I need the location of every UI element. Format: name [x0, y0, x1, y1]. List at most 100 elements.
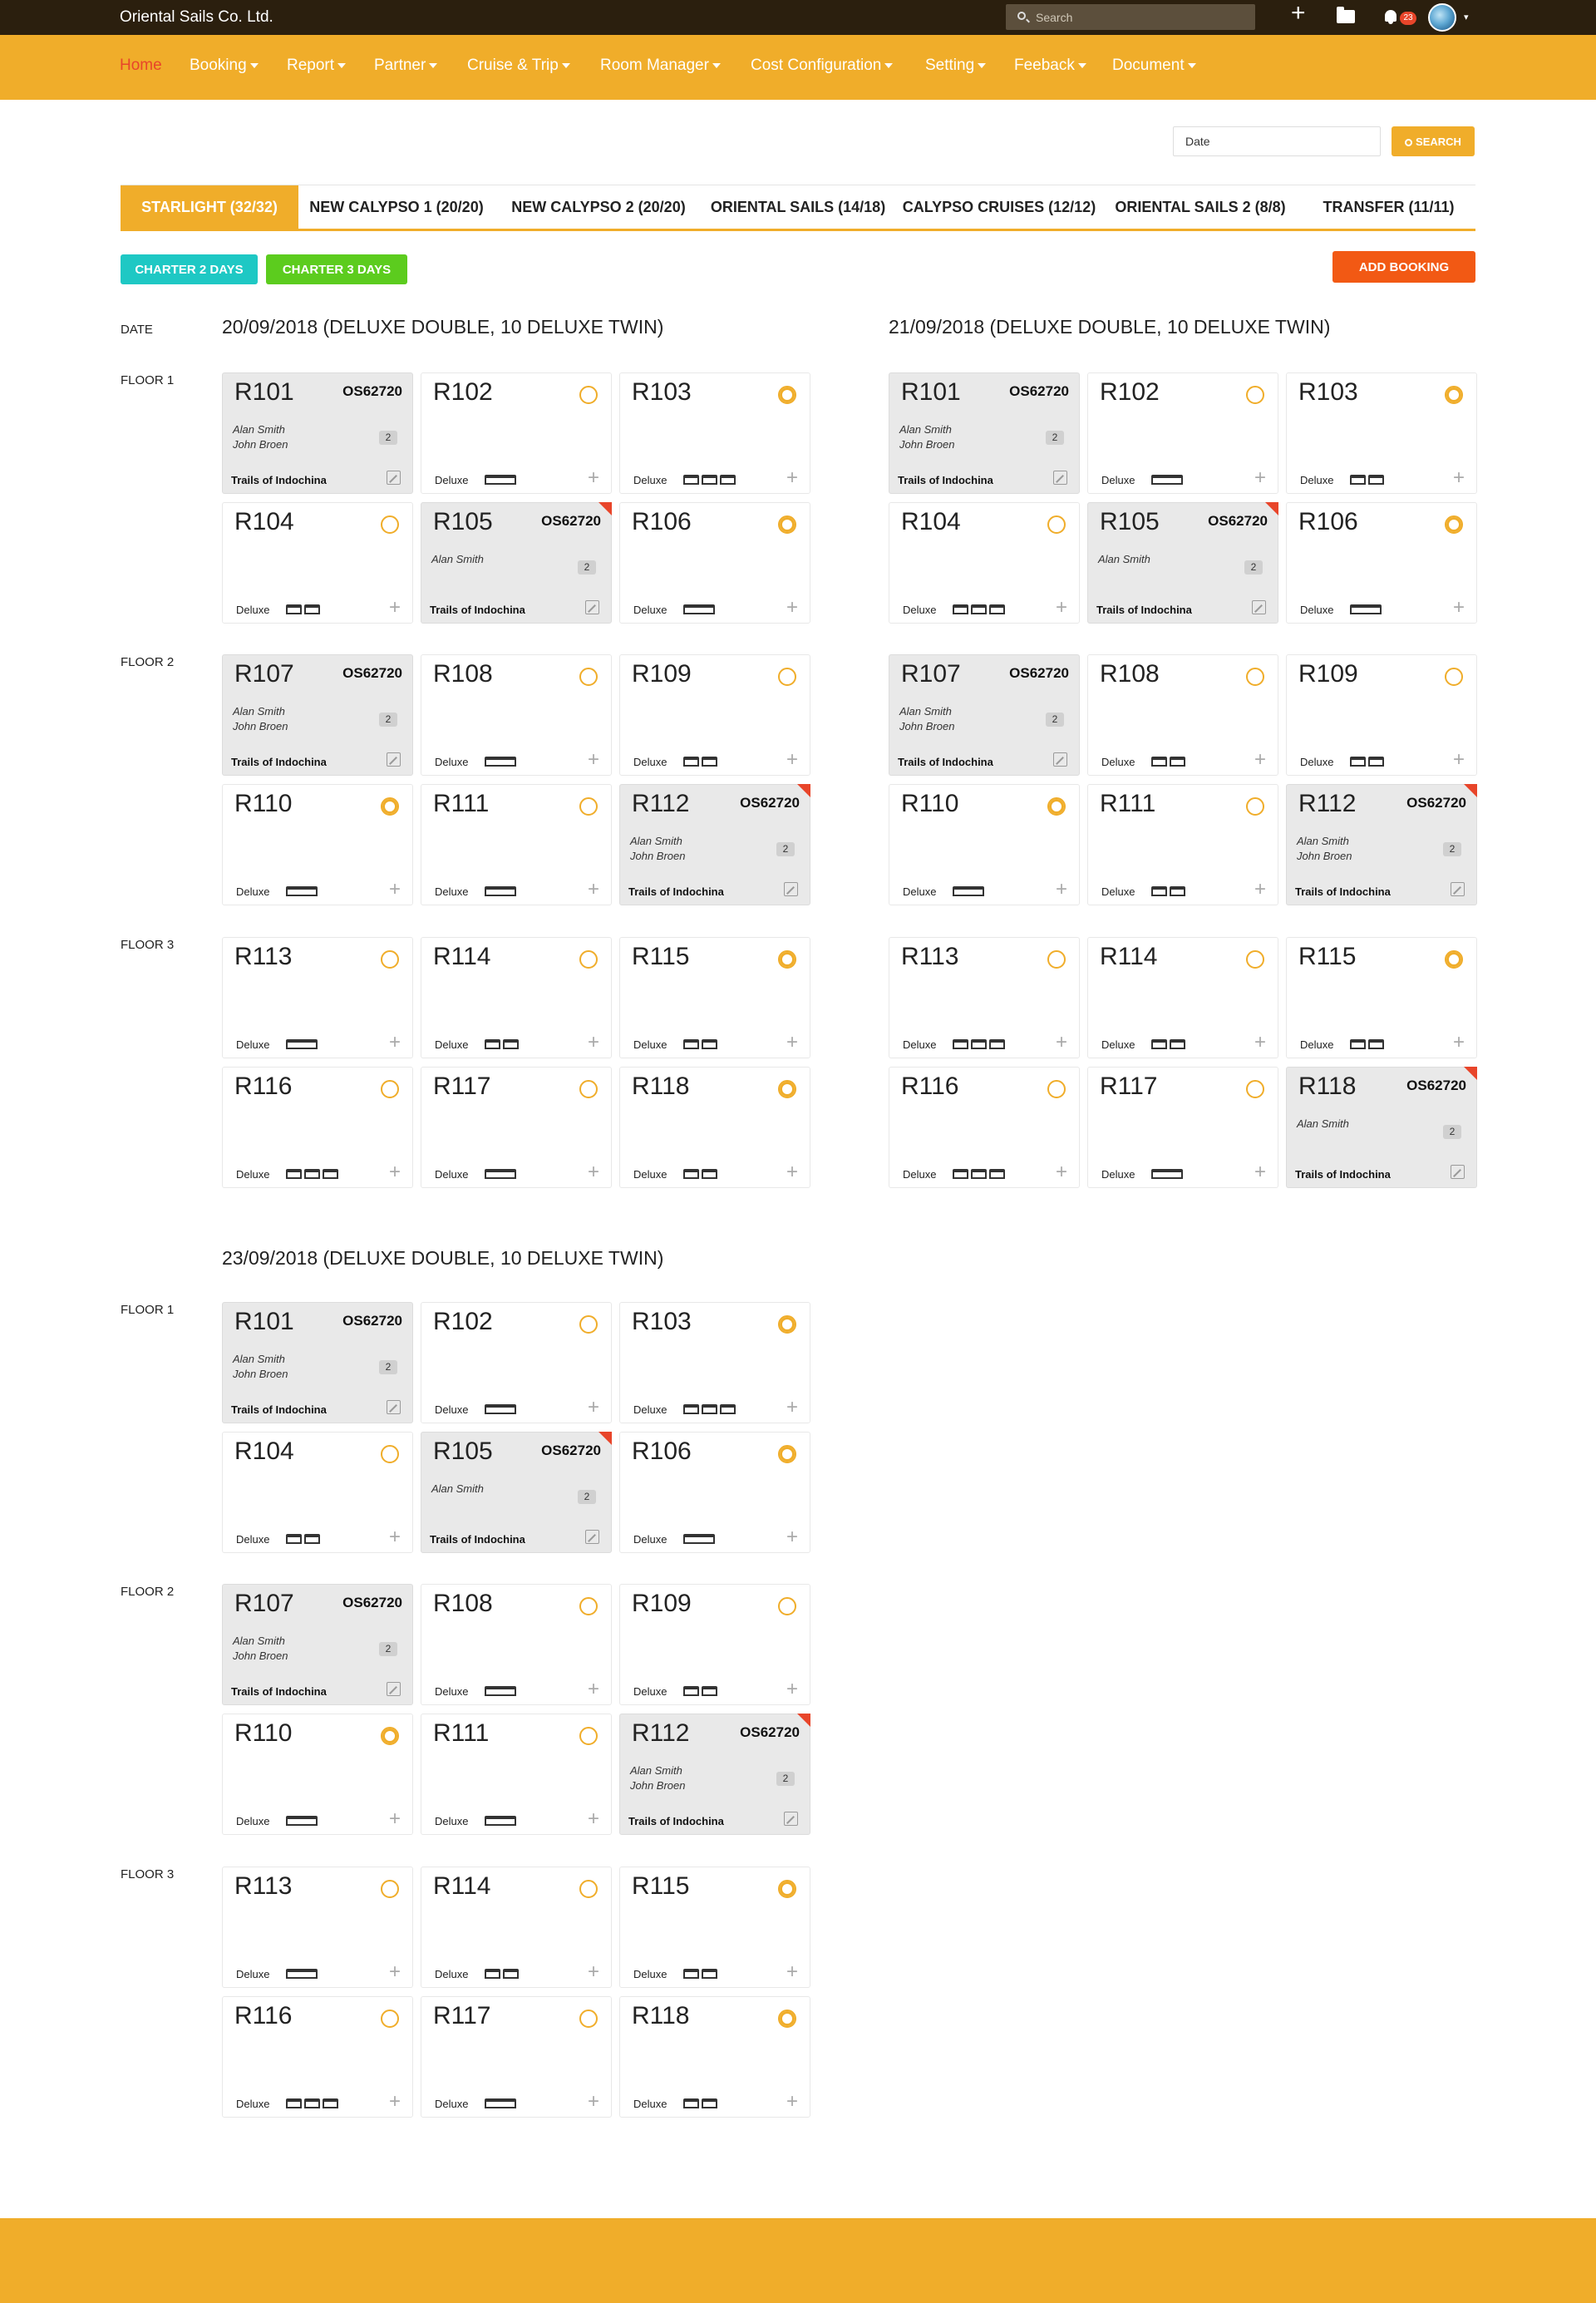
room-card-r103[interactable]: R103 Deluxe +: [1286, 372, 1477, 494]
room-card-r111[interactable]: R111 Deluxe +: [1087, 784, 1278, 905]
chevron-down-icon[interactable]: ▾: [1464, 12, 1469, 22]
room-card-r112[interactable]: R112 OS62720 Alan Smith John Broen 2 Trails o…: [619, 1714, 810, 1835]
room-card-r117[interactable]: R117 Deluxe +: [421, 1996, 612, 2118]
booking-code[interactable]: OS62720: [342, 1313, 402, 1329]
room-select-radio[interactable]: [778, 1080, 796, 1098]
room-card-r116[interactable]: R116 Deluxe +: [222, 1996, 413, 2118]
avatar[interactable]: [1428, 3, 1456, 32]
room-select-radio[interactable]: [381, 797, 399, 816]
add-icon[interactable]: +: [389, 1809, 401, 1829]
room-card-r114[interactable]: R114 Deluxe +: [421, 937, 612, 1058]
folder-icon[interactable]: [1337, 7, 1355, 23]
room-card-r112[interactable]: R112 OS62720 Alan Smith John Broen 2 Trails o…: [1286, 784, 1477, 905]
room-select-radio[interactable]: [579, 797, 598, 816]
room-select-radio[interactable]: [381, 515, 399, 534]
room-select-radio[interactable]: [778, 1597, 796, 1615]
charter-2-days-button[interactable]: CHARTER 2 DAYS: [121, 254, 258, 284]
room-card-r115[interactable]: R115 Deluxe +: [619, 937, 810, 1058]
add-icon[interactable]: +: [786, 1962, 798, 1982]
add-icon[interactable]: +: [786, 1033, 798, 1053]
edit-icon[interactable]: [585, 600, 599, 614]
room-card-r111[interactable]: R111 Deluxe +: [421, 784, 612, 905]
add-icon[interactable]: +: [1056, 1033, 1067, 1053]
room-select-radio[interactable]: [579, 1315, 598, 1334]
room-select-radio[interactable]: [778, 515, 796, 534]
add-icon[interactable]: +: [588, 1398, 599, 1418]
nav-item-room-manager[interactable]: Room Manager: [600, 57, 721, 75]
tab-starlight[interactable]: STARLIGHT (32/32): [121, 185, 298, 229]
edit-icon[interactable]: [784, 1812, 798, 1826]
edit-icon[interactable]: [1053, 471, 1067, 485]
room-card-r108[interactable]: R108 Deluxe +: [1087, 654, 1278, 776]
booking-code[interactable]: OS62720: [541, 513, 601, 530]
nav-item-document[interactable]: Document: [1112, 57, 1196, 75]
room-card-r111[interactable]: R111 Deluxe +: [421, 1714, 612, 1835]
room-select-radio[interactable]: [1246, 386, 1264, 404]
room-card-r104[interactable]: R104 Deluxe +: [889, 502, 1080, 624]
room-select-radio[interactable]: [381, 1880, 399, 1898]
room-card-r114[interactable]: R114 Deluxe +: [421, 1867, 612, 1988]
room-card-r104[interactable]: R104 Deluxe +: [222, 1432, 413, 1553]
booking-code[interactable]: OS62720: [740, 1724, 800, 1741]
room-select-radio[interactable]: [778, 2010, 796, 2028]
room-select-radio[interactable]: [381, 1445, 399, 1463]
add-icon[interactable]: +: [588, 1962, 599, 1982]
booking-code[interactable]: OS62720: [342, 383, 402, 400]
room-card-r115[interactable]: R115 Deluxe +: [619, 1867, 810, 1988]
add-icon[interactable]: +: [1254, 1033, 1266, 1053]
room-select-radio[interactable]: [1246, 1080, 1264, 1098]
add-icon[interactable]: +: [786, 750, 798, 770]
room-card-r116[interactable]: R116 Deluxe +: [889, 1067, 1080, 1188]
add-icon[interactable]: +: [1056, 598, 1067, 618]
room-card-r114[interactable]: R114 Deluxe +: [1087, 937, 1278, 1058]
room-card-r101[interactable]: R101 OS62720 Alan Smith John Broen 2 Trails o…: [222, 372, 413, 494]
bell-icon[interactable]: [1385, 10, 1396, 24]
room-card-r103[interactable]: R103 Deluxe +: [619, 372, 810, 494]
booking-code[interactable]: OS62720: [1406, 795, 1466, 811]
nav-item-feeback[interactable]: Feeback: [1014, 57, 1086, 75]
room-select-radio[interactable]: [579, 2010, 598, 2028]
add-icon[interactable]: +: [588, 1033, 599, 1053]
room-select-radio[interactable]: [778, 1315, 796, 1334]
add-icon[interactable]: +: [588, 1679, 599, 1699]
room-card-r113[interactable]: R113 Deluxe +: [222, 1867, 413, 1988]
nav-item-setting[interactable]: Setting: [925, 57, 987, 75]
add-icon[interactable]: +: [588, 750, 599, 770]
room-select-radio[interactable]: [1246, 797, 1264, 816]
add-icon[interactable]: +: [1056, 880, 1067, 900]
room-card-r112[interactable]: R112 OS62720 Alan Smith John Broen 2 Trails o…: [619, 784, 810, 905]
room-card-r117[interactable]: R117 Deluxe +: [1087, 1067, 1278, 1188]
global-search-input[interactable]: [1036, 9, 1244, 26]
room-select-radio[interactable]: [579, 950, 598, 969]
room-select-radio[interactable]: [1047, 1080, 1066, 1098]
nav-item-booking[interactable]: Booking: [190, 57, 259, 75]
room-select-radio[interactable]: [579, 1080, 598, 1098]
add-icon[interactable]: +: [786, 1527, 798, 1547]
room-select-radio[interactable]: [579, 1880, 598, 1898]
brand-name[interactable]: Oriental Sails Co. Ltd.: [120, 8, 273, 27]
room-card-r102[interactable]: R102 Deluxe +: [421, 372, 612, 494]
room-select-radio[interactable]: [579, 386, 598, 404]
add-icon[interactable]: +: [1254, 880, 1266, 900]
nav-item-report[interactable]: Report: [287, 57, 347, 75]
room-card-r107[interactable]: R107 OS62720 Alan Smith John Broen 2 Trails o…: [222, 1584, 413, 1705]
date-filter-input[interactable]: [1173, 126, 1381, 156]
room-select-radio[interactable]: [1047, 797, 1066, 816]
tab-new-calypso-1[interactable]: NEW CALYPSO 1 (20/20): [298, 185, 495, 229]
room-card-r104[interactable]: R104 Deluxe +: [222, 502, 413, 624]
charter-3-days-button[interactable]: CHARTER 3 DAYS: [266, 254, 407, 284]
room-select-radio[interactable]: [1047, 515, 1066, 534]
edit-icon[interactable]: [1451, 882, 1465, 896]
add-icon[interactable]: +: [786, 1162, 798, 1182]
booking-code[interactable]: OS62720: [342, 1595, 402, 1611]
add-icon[interactable]: +: [786, 1679, 798, 1699]
room-select-radio[interactable]: [381, 950, 399, 969]
add-icon[interactable]: +: [389, 1162, 401, 1182]
room-card-r106[interactable]: R106 Deluxe +: [1286, 502, 1477, 624]
tab-new-calypso-2[interactable]: NEW CALYPSO 2 (20/20): [499, 185, 698, 229]
room-card-r101[interactable]: R101 OS62720 Alan Smith John Broen 2 Trails o…: [222, 1302, 413, 1423]
booking-code[interactable]: OS62720: [1406, 1078, 1466, 1094]
add-icon[interactable]: +: [786, 468, 798, 488]
room-card-r106[interactable]: R106 Deluxe +: [619, 502, 810, 624]
edit-icon[interactable]: [387, 471, 401, 485]
